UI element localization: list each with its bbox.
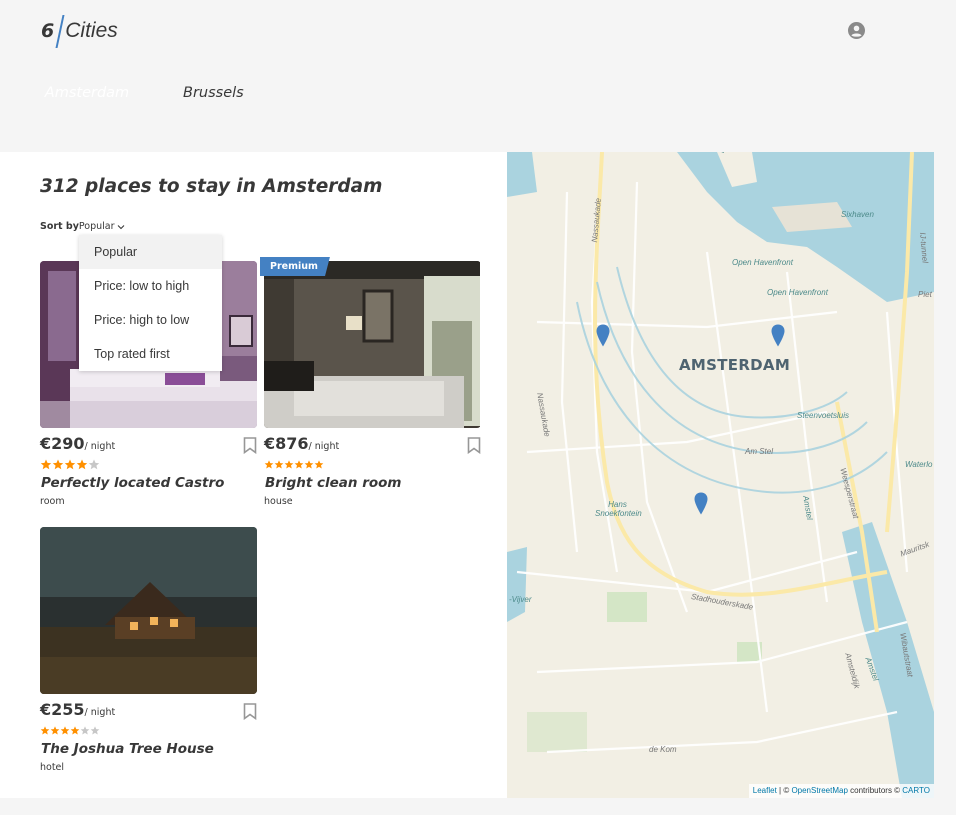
- leaflet-link[interactable]: Leaflet: [753, 786, 777, 795]
- city-map[interactable]: Nassaukade Nassaukade Nassaukade Open Ha…: [507, 152, 934, 798]
- bookmark-icon[interactable]: [243, 437, 257, 454]
- price-row: €876/ night: [264, 434, 481, 454]
- map-street-label: de Kom: [649, 745, 677, 754]
- place-card: €255/ night The Joshua Tree House hotel: [40, 527, 257, 773]
- tab-amsterdam[interactable]: Amsterdam: [27, 77, 147, 109]
- attribution-contrib: contributors ©: [847, 786, 903, 795]
- sort-option-price-high-low[interactable]: Price: high to low: [79, 303, 222, 337]
- places-list: 312 places to stay in Amsterdam Sort by …: [0, 152, 507, 798]
- tab-brussels[interactable]: Brussels: [183, 77, 244, 109]
- price-value: €255: [40, 700, 85, 719]
- map-city-label: AMSTERDAM: [679, 356, 791, 374]
- price-period: / night: [84, 707, 116, 718]
- star-icon: [264, 460, 274, 469]
- rating-stars: [40, 725, 100, 736]
- map-marker-icon[interactable]: [694, 492, 708, 515]
- place-card: Premium €876/ night Bright clean room ho…: [260, 257, 481, 507]
- star-icon: [284, 460, 294, 469]
- sort-option-price-low-high[interactable]: Price: low to high: [79, 269, 222, 303]
- map-tiles: [507, 152, 934, 798]
- rating-stars: [40, 459, 100, 470]
- city-tabs: Amsterdam Brussels: [27, 77, 244, 109]
- star-icon: [60, 726, 70, 735]
- star-icon: [80, 726, 90, 735]
- star-icon: [90, 726, 100, 735]
- price-row: €290/ night: [40, 434, 257, 454]
- map-street-label: Waterlo: [905, 460, 933, 469]
- star-icon: [76, 459, 88, 470]
- sort-selected-value[interactable]: Popular: [79, 221, 115, 232]
- osm-link[interactable]: OpenStreetMap: [791, 786, 847, 795]
- sort-control: Sort by Popular: [40, 221, 125, 232]
- star-icon: [64, 459, 76, 470]
- place-type: room: [40, 496, 65, 507]
- places-count-title: 312 places to stay in Amsterdam: [40, 176, 383, 197]
- star-icon: [50, 726, 60, 735]
- star-icon: [70, 726, 80, 735]
- star-icon: [40, 726, 50, 735]
- chevron-down-icon[interactable]: [117, 224, 125, 230]
- map-street-label: Piet: [918, 290, 932, 299]
- star-icon: [274, 460, 284, 469]
- star-icon: [304, 460, 314, 469]
- map-attribution: Leaflet | © OpenStreetMap contributors ©…: [748, 784, 934, 798]
- map-street-label: -Vijver: [509, 595, 532, 604]
- place-type: hotel: [40, 762, 65, 773]
- place-type: house: [264, 496, 293, 507]
- user-avatar-icon[interactable]: [848, 22, 865, 39]
- map-street-label: Am Stel: [745, 447, 774, 456]
- map-street-label: Hans Snoekfontein: [595, 500, 642, 518]
- place-name[interactable]: Bright clean room: [265, 475, 401, 491]
- map-street-label: Steenvoetsluis: [797, 411, 850, 420]
- place-name[interactable]: The Joshua Tree House: [41, 741, 214, 757]
- premium-badge: Premium: [260, 257, 330, 276]
- place-image[interactable]: [40, 527, 257, 694]
- sort-dropdown-menu: Popular Price: low to high Price: high t…: [79, 235, 222, 371]
- attribution-separator: | ©: [776, 786, 792, 795]
- carto-link[interactable]: CARTO: [902, 786, 930, 795]
- price-period: / night: [308, 441, 340, 452]
- price-row: €255/ night: [40, 700, 257, 720]
- logo[interactable]: 6 Cities: [41, 14, 118, 48]
- price-value: €290: [40, 434, 85, 453]
- map-street-label: Open Havenfront: [767, 288, 828, 297]
- star-icon: [294, 460, 304, 469]
- bookmark-icon[interactable]: [467, 437, 481, 454]
- price-value: €876: [264, 434, 309, 453]
- bookmark-icon[interactable]: [243, 703, 257, 720]
- logo-divider: [55, 14, 65, 48]
- tab-label: Amsterdam: [44, 85, 130, 101]
- sort-label: Sort by: [40, 221, 79, 232]
- sort-option-top-rated[interactable]: Top rated first: [79, 337, 222, 371]
- star-icon: [40, 459, 52, 470]
- star-icon: [52, 459, 64, 470]
- map-street-label: Sixhaven: [841, 210, 874, 219]
- star-icon: [88, 459, 100, 470]
- rating-stars: [264, 459, 324, 470]
- map-marker-icon[interactable]: [771, 324, 785, 347]
- map-street-label: Open Havenfront: [732, 258, 793, 267]
- logo-text: Cities: [65, 19, 118, 42]
- sort-option-popular[interactable]: Popular: [79, 235, 222, 269]
- place-image[interactable]: [264, 261, 481, 428]
- place-name[interactable]: Perfectly located Castro: [41, 475, 224, 491]
- app-header: 6 Cities Amsterdam Brussels: [0, 0, 956, 152]
- star-icon: [314, 460, 324, 469]
- map-marker-icon[interactable]: [596, 324, 610, 347]
- logo-number: 6: [41, 20, 55, 42]
- price-period: / night: [84, 441, 116, 452]
- tab-label: Brussels: [183, 85, 244, 101]
